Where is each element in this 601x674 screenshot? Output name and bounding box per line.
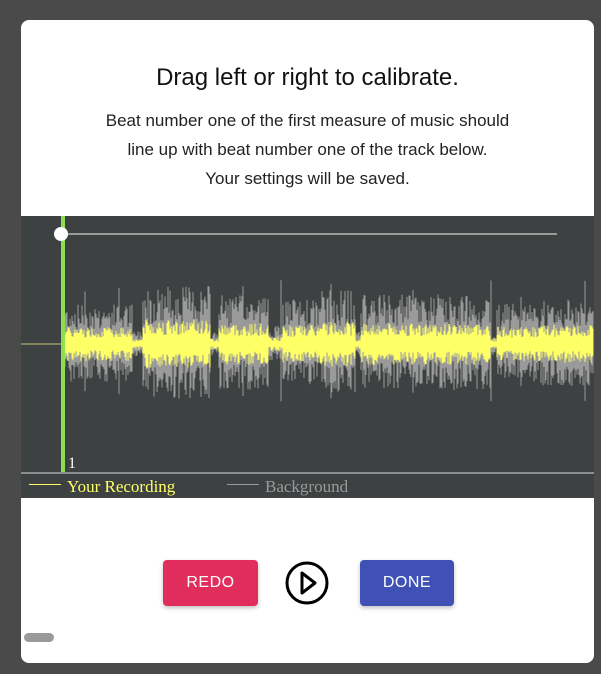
- done-button[interactable]: DONE: [360, 560, 454, 606]
- offset-slider-thumb[interactable]: [54, 227, 68, 241]
- waveform-canvas[interactable]: 1: [21, 216, 594, 498]
- beat-one-line[interactable]: [61, 216, 65, 472]
- play-circle-icon: [285, 561, 329, 605]
- action-bar: REDO DONE: [21, 560, 594, 606]
- dialog-description: Beat number one of the first measure of …: [21, 106, 594, 193]
- recording-legend-swatch: [29, 484, 61, 485]
- beat-marker-label: 1: [68, 455, 76, 472]
- play-button[interactable]: [284, 560, 330, 606]
- background-legend-label: Background: [265, 477, 349, 496]
- recording-legend-label: Your Recording: [67, 477, 176, 496]
- dialog-title: Drag left or right to calibrate.: [156, 64, 459, 91]
- resize-handle[interactable]: [24, 633, 54, 642]
- calibration-dialog: Drag left or right to calibrate. Beat nu…: [21, 20, 594, 663]
- waveform-panel[interactable]: 1 Your Recording Background: [21, 216, 594, 498]
- background-legend-swatch: [227, 484, 259, 485]
- redo-button[interactable]: REDO: [163, 560, 258, 606]
- description-line: line up with beat number one of the trac…: [127, 140, 488, 159]
- description-line: Your settings will be saved.: [205, 169, 410, 188]
- waveform-legend: Your Recording Background: [21, 475, 594, 499]
- description-line: Beat number one of the first measure of …: [105, 111, 510, 130]
